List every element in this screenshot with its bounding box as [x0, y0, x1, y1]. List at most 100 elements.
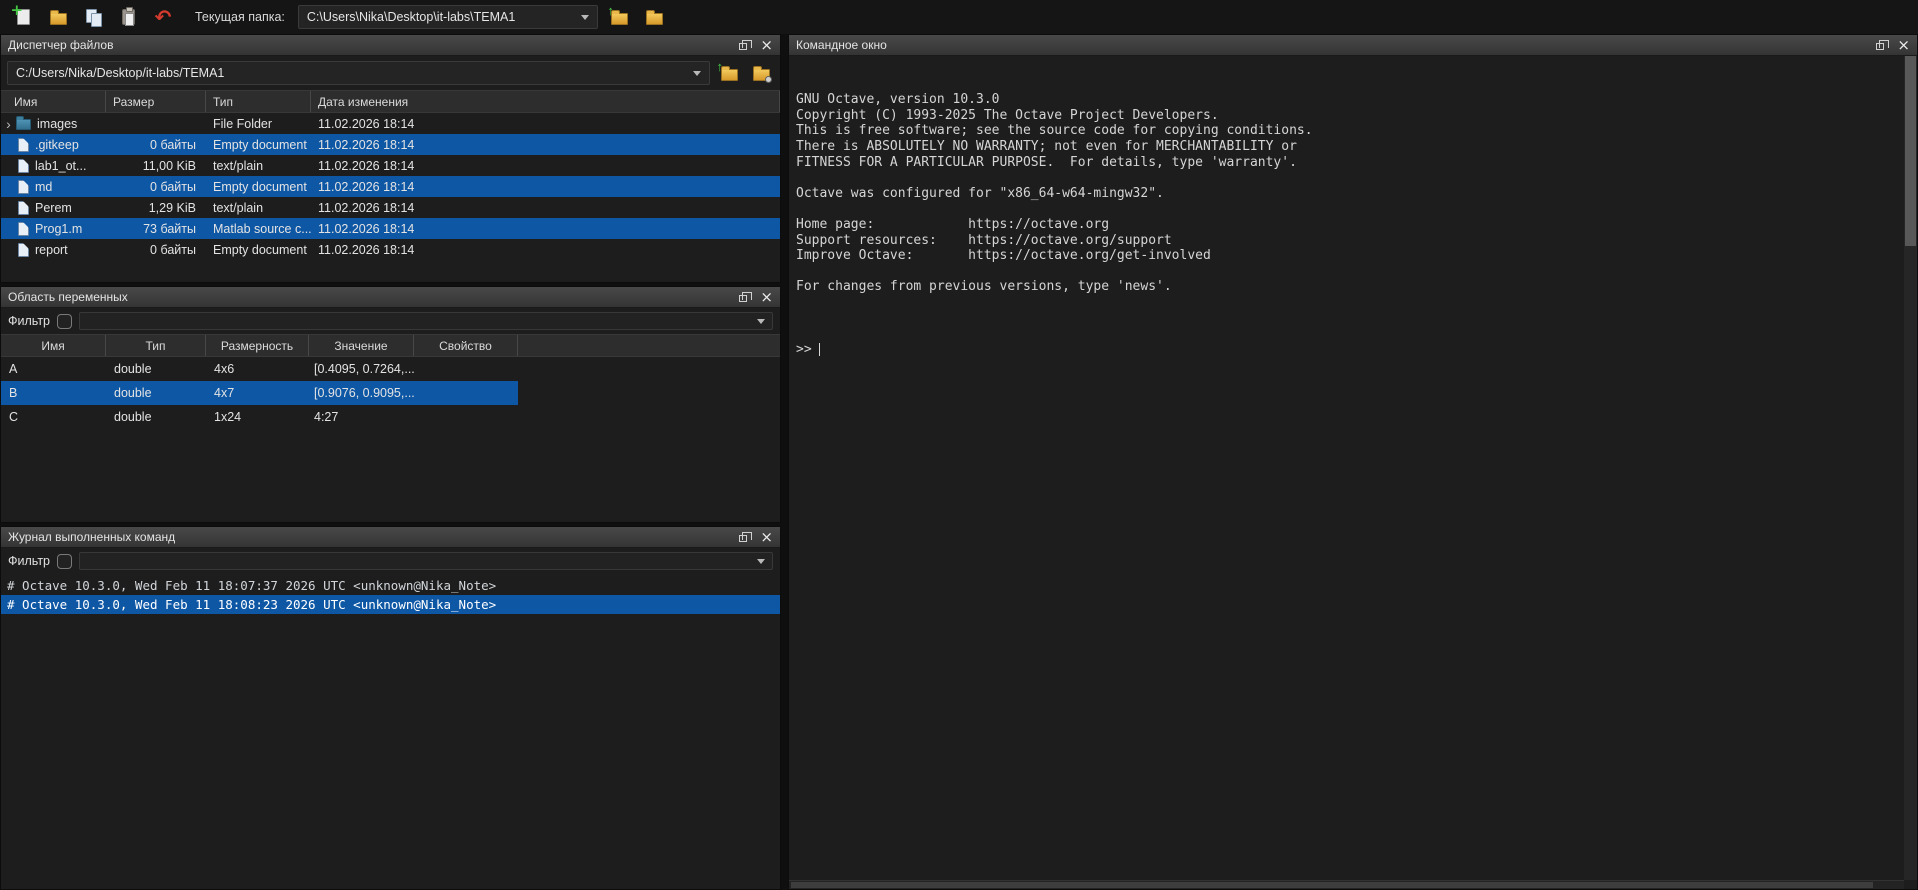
fm-actions-button[interactable]	[748, 60, 774, 86]
filter-label: Фильтр	[8, 554, 50, 568]
variable-row[interactable]: Adouble4x6[0.4095, 0.7264,...	[1, 357, 518, 381]
file-icon	[18, 243, 29, 257]
main-area: Диспетчер файлов × C:/Users/Nika/Desktop…	[0, 34, 1918, 890]
output-line: For changes from previous versions, type…	[796, 279, 1904, 295]
plus-icon: +	[11, 1, 24, 19]
column-header[interactable]: Размер	[106, 91, 206, 112]
vertical-scrollbar[interactable]	[1904, 56, 1917, 880]
undock-button[interactable]	[739, 295, 747, 302]
history-item[interactable]: # Octave 10.3.0, Wed Feb 11 18:08:23 202…	[1, 595, 780, 614]
column-header[interactable]: Тип	[206, 91, 311, 112]
command-window-panel: Командное окно × GNU Octave, version 10.…	[788, 34, 1918, 890]
output-line	[796, 170, 1904, 186]
output-line	[796, 264, 1904, 280]
scrollbar-thumb[interactable]	[791, 882, 1873, 888]
undock-button[interactable]	[1876, 43, 1884, 50]
file-size: 0 байты	[106, 138, 206, 152]
current-folder-combobox[interactable]: C:\Users\Nika\Desktop\it-labs\TEMA1	[298, 5, 598, 29]
copy-icon	[85, 9, 102, 26]
output-line: There is ABSOLUTELY NO WARRANTY; not eve…	[796, 139, 1904, 155]
history-list: # Octave 10.3.0, Wed Feb 11 18:07:37 202…	[1, 574, 780, 889]
history-filter-row: Фильтр	[1, 548, 780, 574]
panel-title: Область переменных	[8, 290, 128, 304]
variable-class: double	[106, 362, 206, 376]
scrollbar-thumb[interactable]	[1905, 56, 1916, 246]
octave-main-window: + ↶ Текущая папка: C:\Users\Nika\Desktop…	[0, 0, 1918, 890]
column-header[interactable]: Имя	[1, 91, 106, 112]
chevron-down-icon	[757, 559, 765, 564]
close-button[interactable]: ×	[1897, 38, 1910, 53]
file-browser-path-combobox[interactable]: C:/Users/Nika/Desktop/it-labs/TEMA1	[7, 61, 710, 85]
column-header[interactable]: Свойство	[414, 335, 518, 356]
expander-icon[interactable]: ›	[1, 117, 16, 131]
file-row[interactable]: lab1_ot...11,00 KiBtext/plain11.02.2026 …	[1, 155, 780, 176]
variable-class: double	[106, 410, 206, 424]
history-item[interactable]: # Octave 10.3.0, Wed Feb 11 18:07:37 202…	[1, 576, 780, 595]
copy-button[interactable]	[80, 4, 106, 30]
filter-checkbox[interactable]	[57, 554, 72, 569]
filter-combobox[interactable]	[79, 552, 773, 570]
output-line	[796, 201, 1904, 217]
titlebar-buttons: ×	[739, 38, 773, 53]
browse-folder-button[interactable]	[642, 4, 668, 30]
close-button[interactable]: ×	[760, 38, 773, 53]
column-header[interactable]: Размерность	[206, 335, 309, 356]
paste-button[interactable]	[115, 4, 141, 30]
file-row[interactable]: Perem1,29 KiBtext/plain11.02.2026 18:14	[1, 197, 780, 218]
output-line: Home page: https://octave.org	[796, 217, 1904, 233]
output-line: Octave was configured for "x86_64-w64-mi…	[796, 186, 1904, 202]
right-column: Командное окно × GNU Octave, version 10.…	[788, 34, 1918, 890]
file-browser-toolbar: C:/Users/Nika/Desktop/it-labs/TEMA1 ↑	[1, 56, 780, 90]
command-window-titlebar[interactable]: Командное окно ×	[789, 35, 1917, 56]
file-name: lab1_ot...	[35, 159, 86, 173]
folder-up-button[interactable]: ↑	[607, 4, 633, 30]
file-table-header: ИмяРазмерТипДата изменения	[1, 90, 780, 113]
column-header[interactable]: Значение	[309, 335, 414, 356]
chevron-down-icon	[757, 319, 765, 324]
vertical-splitter[interactable]	[781, 34, 788, 890]
file-manager-titlebar[interactable]: Диспетчер файлов ×	[1, 35, 780, 56]
open-file-button[interactable]	[45, 4, 71, 30]
column-header[interactable]: Имя	[1, 335, 106, 356]
command-output-area[interactable]: GNU Octave, version 10.3.0Copyright (C) …	[789, 56, 1904, 880]
close-button[interactable]: ×	[760, 290, 773, 305]
file-name: Prog1.m	[35, 222, 82, 236]
fm-folder-up-button[interactable]: ↑	[716, 60, 742, 86]
variable-row[interactable]: Bdouble4x7[0.9076, 0.9095,...	[1, 381, 518, 405]
open-folder-icon	[50, 13, 67, 25]
file-name: images	[37, 117, 77, 131]
workspace-titlebar[interactable]: Область переменных ×	[1, 287, 780, 308]
file-row[interactable]: md0 байтыEmpty document11.02.2026 18:14	[1, 176, 780, 197]
undock-button[interactable]	[739, 535, 747, 542]
file-row[interactable]: Prog1.m73 байтыMatlab source c...11.02.2…	[1, 218, 780, 239]
file-date: 11.02.2026 18:14	[311, 243, 780, 257]
variable-name: C	[1, 410, 106, 424]
command-prompt[interactable]: >>	[796, 342, 1904, 358]
variable-name: A	[1, 362, 106, 376]
file-row[interactable]: ›imagesFile Folder11.02.2026 18:14	[1, 113, 780, 134]
filter-combobox[interactable]	[79, 312, 773, 330]
filter-checkbox[interactable]	[57, 314, 72, 329]
file-size: 1,29 KiB	[106, 201, 206, 215]
file-row[interactable]: report0 байтыEmpty document11.02.2026 18…	[1, 239, 780, 260]
undock-button[interactable]	[739, 43, 747, 50]
variable-row[interactable]: Cdouble1x244:27	[1, 405, 518, 429]
undo-icon: ↶	[155, 8, 172, 26]
current-folder-path: C:\Users\Nika\Desktop\it-labs\TEMA1	[307, 10, 515, 24]
horizontal-scrollbar[interactable]	[789, 880, 1904, 889]
panel-title: Диспетчер файлов	[8, 38, 113, 52]
history-titlebar[interactable]: Журнал выполненных команд ×	[1, 527, 780, 548]
close-button[interactable]: ×	[760, 530, 773, 545]
file-type: Empty document	[206, 138, 311, 152]
folder-icon	[646, 13, 663, 25]
column-header[interactable]: Тип	[106, 335, 206, 356]
paste-icon	[122, 9, 135, 25]
prompt-symbol: >>	[796, 342, 812, 358]
file-date: 11.02.2026 18:14	[311, 180, 780, 194]
undo-button[interactable]: ↶	[150, 4, 176, 30]
new-script-button[interactable]: +	[10, 4, 36, 30]
column-header[interactable]: Дата изменения	[311, 91, 780, 112]
file-row[interactable]: .gitkeep0 байтыEmpty document11.02.2026 …	[1, 134, 780, 155]
folder-settings-icon	[753, 69, 770, 81]
variable-dimension: 4x6	[206, 362, 309, 376]
